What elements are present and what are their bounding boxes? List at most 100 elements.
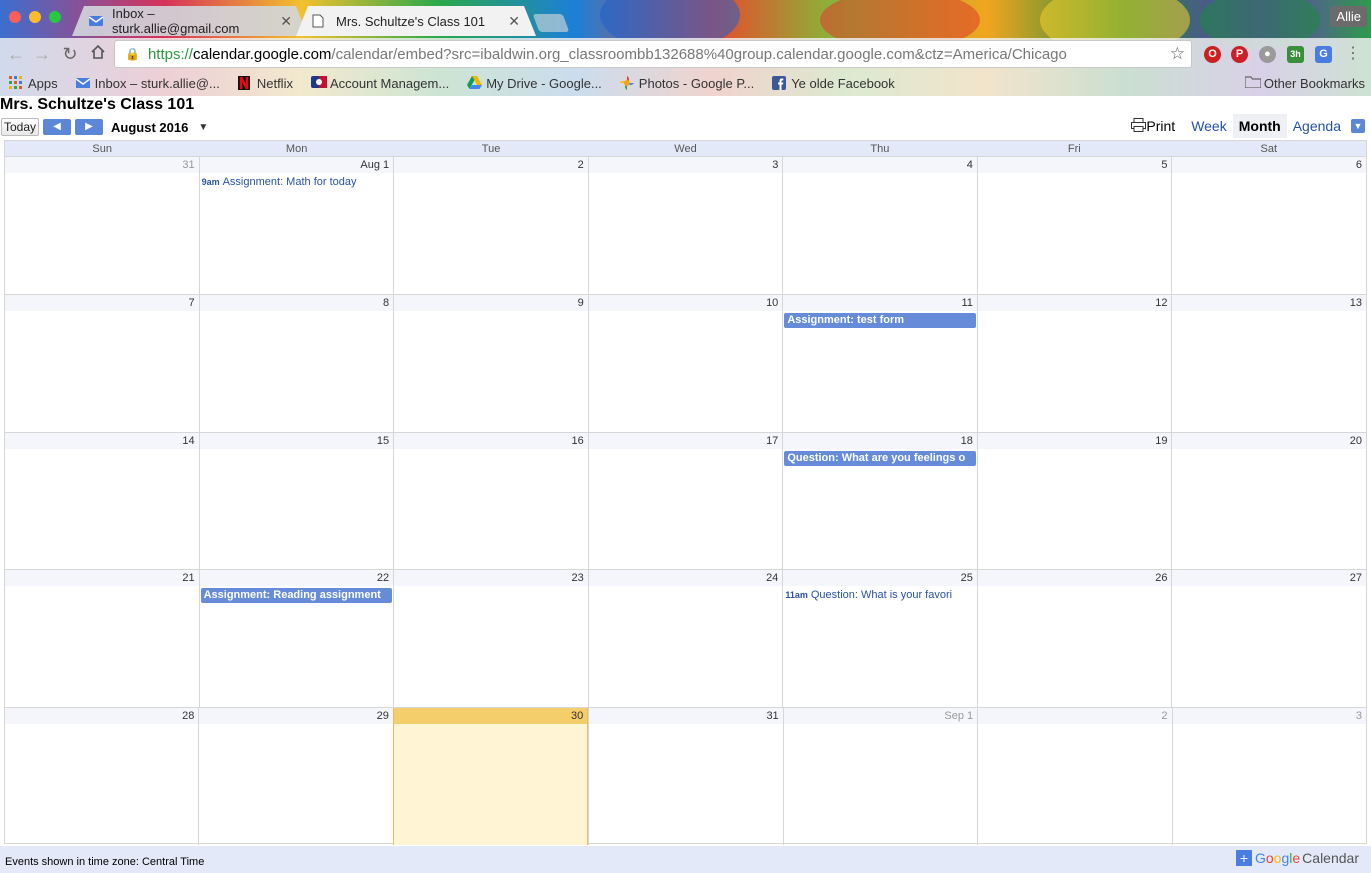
- day-number[interactable]: 3: [1172, 708, 1366, 724]
- day-number[interactable]: 26: [977, 570, 1172, 586]
- day-number[interactable]: 12: [977, 295, 1172, 311]
- day-cell[interactable]: 22 Assignment: Reading assignment: [198, 570, 394, 707]
- forward-icon[interactable]: →: [32, 44, 52, 64]
- day-number[interactable]: 15: [199, 433, 394, 449]
- tab-month[interactable]: Month: [1232, 114, 1287, 138]
- day-cell[interactable]: 7: [5, 295, 199, 432]
- day-number[interactable]: Sep 1: [783, 708, 978, 724]
- day-number[interactable]: 20: [1172, 433, 1367, 449]
- day-number[interactable]: 17: [588, 433, 783, 449]
- day-cell[interactable]: 19: [976, 433, 1172, 570]
- day-number[interactable]: 8: [199, 295, 394, 311]
- day-number[interactable]: 11: [783, 295, 977, 311]
- day-number[interactable]: 19: [977, 433, 1172, 449]
- back-icon[interactable]: ←: [6, 44, 26, 64]
- day-cell[interactable]: 18 Question: What are you feelings o: [782, 433, 977, 570]
- day-cell[interactable]: 11 Assignment: test form: [782, 295, 977, 432]
- day-number[interactable]: 14: [5, 433, 199, 449]
- day-number[interactable]: 2: [394, 157, 588, 173]
- google-calendar-button[interactable]: + GoogleGoogle Calendar: [1235, 850, 1359, 866]
- bookmark-photos[interactable]: Photos - Google P...: [619, 76, 754, 91]
- day-number[interactable]: 4: [783, 157, 977, 173]
- translate-icon[interactable]: G: [1315, 46, 1332, 63]
- event-chip[interactable]: Question: What are you feelings o: [784, 451, 976, 466]
- day-number[interactable]: Aug 1: [199, 157, 394, 173]
- minimize-window-button[interactable]: [29, 11, 41, 23]
- day-cell[interactable]: 8: [198, 295, 394, 432]
- bookmark-facebook[interactable]: Ye olde Facebook: [772, 76, 895, 91]
- bookmark-apps[interactable]: Apps: [9, 76, 58, 91]
- print-button[interactable]: Print: [1131, 117, 1175, 135]
- event-timed[interactable]: 9am Assignment: Math for today: [202, 175, 393, 190]
- pinterest-icon[interactable]: P: [1231, 46, 1248, 63]
- day-cell[interactable]: 28: [5, 708, 199, 845]
- day-number[interactable]: 5: [977, 157, 1172, 173]
- day-number[interactable]: 31: [5, 157, 199, 173]
- event-chip[interactable]: Assignment: test form: [784, 313, 976, 328]
- day-cell[interactable]: 9: [393, 295, 588, 432]
- view-dropdown-icon[interactable]: ▼: [1351, 119, 1365, 133]
- menu-icon[interactable]: ⋮: [1343, 44, 1363, 64]
- day-number[interactable]: 22: [199, 570, 394, 586]
- new-tab-button[interactable]: [532, 14, 570, 32]
- prev-month-button[interactable]: ◀: [43, 119, 72, 135]
- day-number[interactable]: 10: [588, 295, 783, 311]
- day-cell[interactable]: 2: [393, 157, 588, 294]
- day-cell[interactable]: 10: [587, 295, 783, 432]
- day-number[interactable]: 9: [394, 295, 588, 311]
- day-cell[interactable]: 4: [782, 157, 977, 294]
- tab-calendar[interactable]: Mrs. Schultze's Class 101 ✕: [296, 6, 536, 36]
- tab-agenda[interactable]: Agenda: [1287, 114, 1347, 138]
- day-number[interactable]: 13: [1172, 295, 1367, 311]
- day-number[interactable]: 3: [588, 157, 783, 173]
- day-cell[interactable]: 13: [1171, 295, 1367, 432]
- day-number[interactable]: 16: [394, 433, 588, 449]
- close-tab-icon[interactable]: ✕: [508, 13, 520, 30]
- day-number[interactable]: 30: [393, 708, 588, 724]
- day-cell[interactable]: 25 11am Question: What is your favori: [782, 570, 977, 707]
- day-number[interactable]: 23: [394, 570, 588, 586]
- tab-week[interactable]: Week: [1185, 114, 1233, 138]
- reload-icon[interactable]: ↻: [60, 44, 80, 64]
- event-chip[interactable]: Assignment: Reading assignment: [200, 588, 393, 603]
- day-cell[interactable]: 24: [587, 570, 783, 707]
- bookmark-netflix[interactable]: Netflix: [237, 76, 293, 91]
- day-cell[interactable]: 2: [977, 708, 1172, 845]
- month-dropdown-icon[interactable]: ▼: [198, 122, 208, 133]
- day-number[interactable]: 28: [5, 708, 199, 724]
- zoom-window-button[interactable]: [49, 11, 61, 23]
- day-cell[interactable]: 27: [1171, 570, 1367, 707]
- day-number[interactable]: 21: [5, 570, 199, 586]
- alien-extension-icon[interactable]: ●: [1259, 46, 1276, 63]
- day-cell[interactable]: 31: [5, 157, 199, 294]
- bookmark-account[interactable]: Account Managem...: [310, 76, 449, 91]
- day-number[interactable]: 25: [783, 570, 977, 586]
- close-tab-icon[interactable]: ✕: [280, 13, 292, 30]
- event-timed[interactable]: 11am Question: What is your favori: [785, 588, 976, 603]
- today-button[interactable]: Today: [1, 118, 40, 136]
- profile-button[interactable]: Allie: [1330, 6, 1367, 27]
- day-cell[interactable]: 12: [976, 295, 1172, 432]
- day-number[interactable]: 24: [588, 570, 783, 586]
- home-icon[interactable]: [88, 44, 108, 64]
- day-cell[interactable]: 17: [587, 433, 783, 570]
- day-number[interactable]: 18: [783, 433, 977, 449]
- bookmark-inbox[interactable]: Inbox – sturk.allie@...: [75, 76, 220, 91]
- day-cell-today[interactable]: 30: [392, 708, 589, 845]
- day-cell[interactable]: 16: [393, 433, 588, 570]
- day-number[interactable]: 31: [589, 708, 783, 724]
- day-cell[interactable]: 26: [976, 570, 1172, 707]
- day-number[interactable]: 7: [5, 295, 199, 311]
- day-cell[interactable]: 3: [1171, 708, 1366, 845]
- tab-inbox[interactable]: Inbox – sturk.allie@gmail.com ✕: [72, 6, 308, 36]
- day-cell[interactable]: 6: [1171, 157, 1367, 294]
- close-window-button[interactable]: [9, 11, 21, 23]
- day-number[interactable]: 2: [978, 708, 1172, 724]
- day-cell[interactable]: 5: [976, 157, 1172, 294]
- day-number[interactable]: 29: [199, 708, 393, 724]
- next-month-button[interactable]: ▶: [75, 119, 104, 135]
- day-cell[interactable]: 21: [5, 570, 199, 707]
- day-cell[interactable]: 23: [393, 570, 588, 707]
- day-number[interactable]: 6: [1172, 157, 1367, 173]
- day-cell[interactable]: Sep 1: [782, 708, 978, 845]
